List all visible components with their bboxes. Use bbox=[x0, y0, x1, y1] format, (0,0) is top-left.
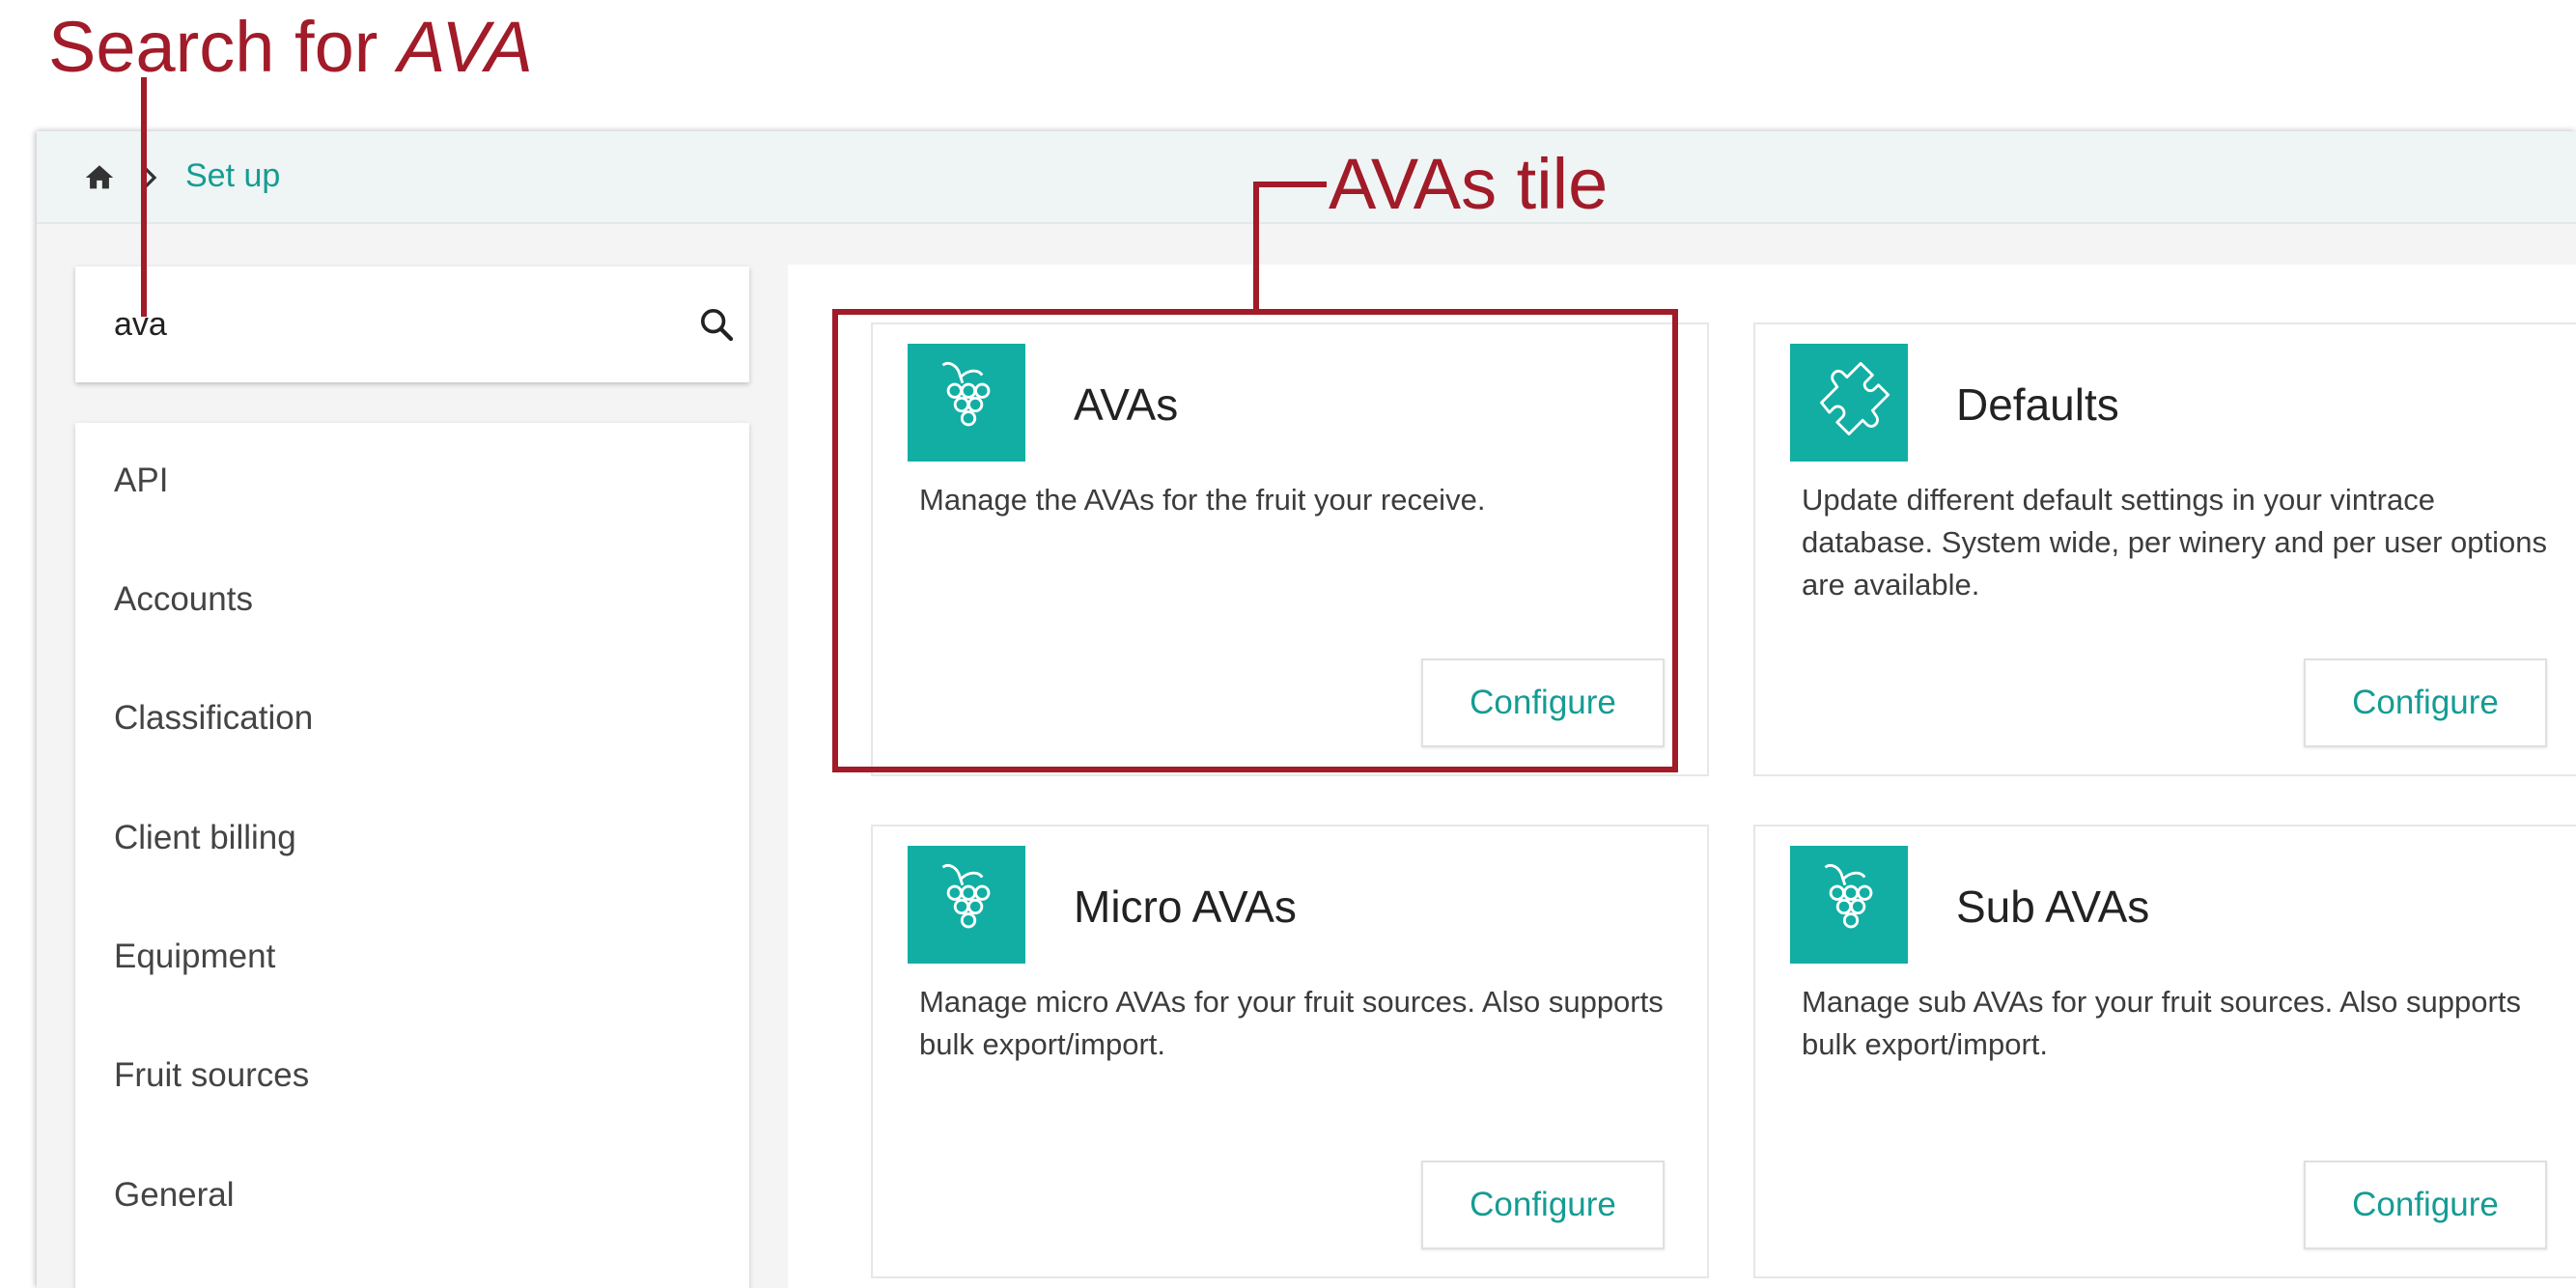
setup-page: Set up API Accounts Classification Clien… bbox=[37, 131, 2576, 1288]
tile-description: Manage sub AVAs for your fruit sources. … bbox=[1802, 985, 2521, 1061]
nav-item-client-billing[interactable]: Client billing bbox=[114, 819, 296, 857]
tile-micro-avas: Micro AVAs Manage micro AVAs for your fr… bbox=[871, 825, 1709, 1278]
tile-annotation-line-h bbox=[1253, 182, 1327, 187]
tiles-panel: AVAs Manage the AVAs for the fruit your … bbox=[788, 265, 2576, 1288]
grapes-icon bbox=[1790, 846, 1908, 964]
nav-item-fruit-sources[interactable]: Fruit sources bbox=[114, 1056, 309, 1095]
search-annotation-line bbox=[141, 77, 147, 317]
nav-item-accounts[interactable]: Accounts bbox=[114, 580, 253, 619]
setup-nav: API Accounts Classification Client billi… bbox=[75, 423, 749, 1288]
search-input[interactable] bbox=[114, 295, 655, 353]
search-annotation-prefix: Search for bbox=[48, 7, 378, 87]
tile-defaults: Defaults Update different default settin… bbox=[1753, 322, 2576, 776]
tile-title: AVAs bbox=[1074, 379, 1179, 430]
tile-annotation-text: AVAs tile bbox=[1329, 144, 1609, 224]
tile-title: Defaults bbox=[1956, 379, 2119, 430]
breadcrumb: Set up bbox=[37, 131, 2576, 224]
breadcrumb-setup-link[interactable]: Set up bbox=[185, 157, 280, 195]
nav-item-general[interactable]: General bbox=[114, 1176, 235, 1215]
tile-description: Update different default settings in you… bbox=[1802, 483, 2547, 602]
search-annotation-emphasis: AVA bbox=[397, 7, 533, 87]
tile-avas: AVAs Manage the AVAs for the fruit your … bbox=[871, 322, 1709, 776]
nav-item-api[interactable]: API bbox=[114, 462, 168, 500]
grapes-icon bbox=[908, 344, 1025, 462]
configure-button[interactable]: Configure bbox=[2304, 658, 2547, 747]
tile-title: Micro AVAs bbox=[1074, 882, 1297, 932]
home-icon[interactable] bbox=[83, 161, 116, 194]
search-icon[interactable] bbox=[697, 305, 736, 344]
tile-sub-avas: Sub AVAs Manage sub AVAs for your fruit … bbox=[1753, 825, 2576, 1278]
tile-title: Sub AVAs bbox=[1956, 882, 2150, 932]
nav-item-classification[interactable]: Classification bbox=[114, 699, 313, 738]
tile-description: Manage the AVAs for the fruit your recei… bbox=[919, 483, 1486, 517]
search-box bbox=[75, 266, 749, 382]
tile-description: Manage micro AVAs for your fruit sources… bbox=[919, 985, 1664, 1061]
tile-annotation-label: AVAs tile bbox=[1329, 143, 1608, 226]
search-annotation-label: Search for AVA bbox=[48, 6, 533, 89]
configure-button[interactable]: Configure bbox=[1421, 658, 1665, 747]
nav-item-equipment[interactable]: Equipment bbox=[114, 938, 275, 976]
configure-button[interactable]: Configure bbox=[2304, 1161, 2547, 1249]
puzzle-icon bbox=[1790, 344, 1908, 462]
configure-button[interactable]: Configure bbox=[1421, 1161, 1665, 1249]
tile-annotation-line-v bbox=[1253, 182, 1259, 311]
grapes-icon bbox=[908, 846, 1025, 964]
